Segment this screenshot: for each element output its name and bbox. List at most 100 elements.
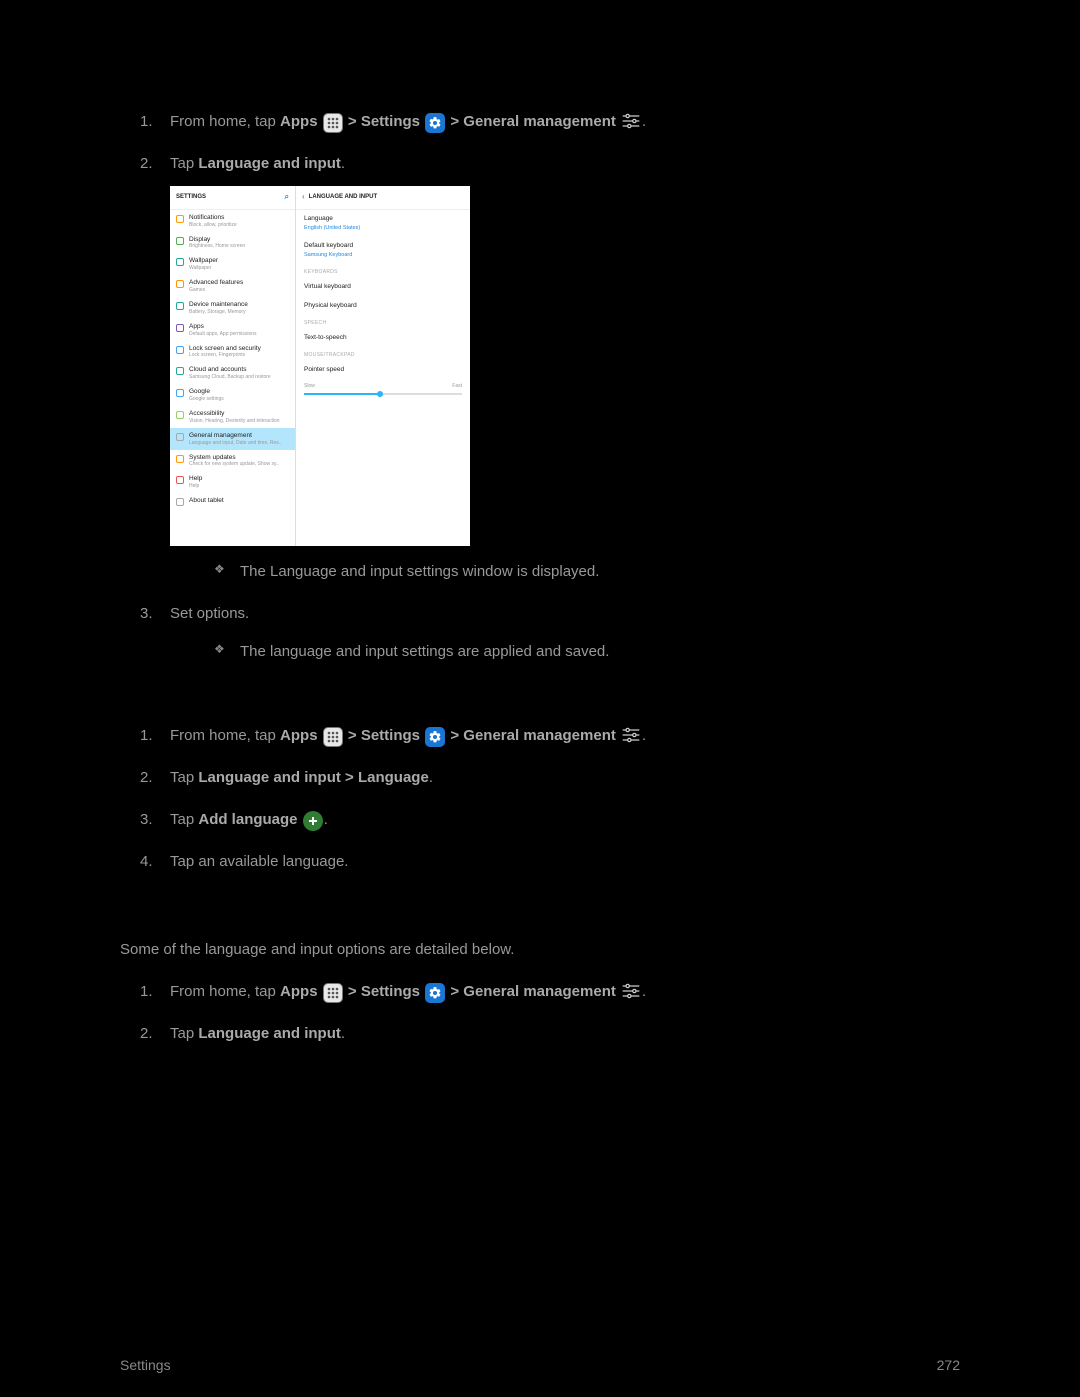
- list-item-subtitle: Games: [189, 287, 243, 293]
- list-item-subtitle: Lock screen, Fingerprints: [189, 352, 261, 358]
- add-icon: [303, 811, 323, 831]
- step2-pre: Tap: [170, 155, 198, 172]
- section1-steps: From home, tap Apps > Settings > General…: [120, 110, 960, 664]
- settings-list-item: General managementLanguage and input, Da…: [170, 428, 295, 450]
- list-item-subtitle: Samsung Cloud, Backup and restore: [189, 374, 271, 380]
- list-item-subtitle: Google settings: [189, 396, 224, 402]
- list-item-icon: [176, 455, 184, 463]
- physical-keyboard-item: Physical keyboard: [296, 297, 470, 315]
- list-item-icon: [176, 237, 184, 245]
- settings-screenshot: SETTINGS ⌕ NotificationsBlock, allow, pr…: [170, 186, 470, 546]
- s2-step-2: Tap Language and input > Language.: [120, 766, 960, 790]
- step1-genmgmt: General management: [463, 113, 616, 130]
- step1-apps: Apps: [280, 113, 318, 130]
- default-keyboard-value: Samsung Keyboard: [304, 251, 462, 260]
- search-icon: ⌕: [285, 191, 289, 204]
- screenshot-left-pane: SETTINGS ⌕ NotificationsBlock, allow, pr…: [170, 186, 296, 546]
- list-item-icon: [176, 498, 184, 506]
- settings-list-item: AppsDefault apps, App permissions: [170, 319, 295, 341]
- slider-track: [304, 393, 462, 395]
- general-management-icon: [621, 725, 641, 745]
- step1-settings: Settings: [361, 113, 420, 130]
- s2-step-3: Tap Add language .: [120, 808, 960, 832]
- list-item-title: Display: [189, 236, 245, 244]
- list-item-title: Notifications: [189, 214, 237, 222]
- footer-page-number: 272: [937, 1357, 960, 1373]
- step-1: From home, tap Apps > Settings > General…: [120, 110, 960, 134]
- step-2: Tap Language and input. SETTINGS ⌕ Notif…: [120, 152, 960, 584]
- mouse-section-label: MOUSE/TRACKPAD: [296, 347, 470, 361]
- list-item-title: Help: [189, 475, 202, 483]
- list-item-icon: [176, 433, 184, 441]
- screenshot-left-header: SETTINGS ⌕: [170, 186, 295, 210]
- language-item: Language English (United States): [296, 210, 470, 237]
- page-content: From home, tap Apps > Settings > General…: [0, 110, 1080, 1046]
- list-item-title: Apps: [189, 323, 257, 331]
- list-item-icon: [176, 389, 184, 397]
- list-item-title: About tablet: [189, 497, 224, 505]
- pointer-speed-item: Pointer speed: [296, 361, 470, 379]
- section2-steps: From home, tap Apps > Settings > General…: [120, 724, 960, 874]
- settings-list-item: Advanced featuresGames: [170, 275, 295, 297]
- step2-post: .: [341, 155, 345, 172]
- apps-icon: [323, 983, 343, 1003]
- list-item-icon: [176, 476, 184, 484]
- settings-gear-icon: [425, 983, 445, 1003]
- section3-steps: From home, tap Apps > Settings > General…: [120, 980, 960, 1046]
- settings-list-item: About tablet: [170, 493, 295, 510]
- back-icon: ‹: [302, 191, 305, 204]
- list-item-title: Advanced features: [189, 279, 243, 287]
- slider-slow-label: Slow: [304, 382, 315, 390]
- list-item-title: General management: [189, 432, 282, 440]
- slider-fast-label: Fast: [452, 382, 462, 390]
- slider-thumb: [377, 391, 383, 397]
- list-item-icon: [176, 411, 184, 419]
- screenshot-right-header: ‹ LANGUAGE AND INPUT: [296, 186, 470, 210]
- list-item-title: Lock screen and security: [189, 345, 261, 353]
- screenshot-right-pane: ‹ LANGUAGE AND INPUT Language English (U…: [296, 186, 470, 546]
- list-item-title: System updates: [189, 454, 279, 462]
- s3-step-1: From home, tap Apps > Settings > General…: [120, 980, 960, 1004]
- settings-list-item: GoogleGoogle settings: [170, 384, 295, 406]
- list-item-icon: [176, 367, 184, 375]
- screenshot-left-title: SETTINGS: [176, 193, 206, 203]
- apps-icon: [323, 727, 343, 747]
- list-item-title: Device maintenance: [189, 301, 248, 309]
- list-item-subtitle: Brightness, Home screen: [189, 243, 245, 249]
- pointer-speed-slider: Slow Fast: [296, 380, 470, 401]
- s3-step-2: Tap Language and input.: [120, 1022, 960, 1046]
- step2-bold: Language and input: [198, 155, 341, 172]
- settings-list-item: WallpaperWallpaper: [170, 253, 295, 275]
- list-item-title: Google: [189, 388, 224, 396]
- footer-section: Settings: [120, 1357, 171, 1373]
- apps-icon: [323, 113, 343, 133]
- general-management-icon: [621, 111, 641, 131]
- list-item-icon: [176, 302, 184, 310]
- settings-list-item: HelpHelp: [170, 471, 295, 493]
- language-value: English (United States): [304, 224, 462, 233]
- screenshot-right-title: LANGUAGE AND INPUT: [309, 193, 377, 203]
- list-item-subtitle: Wallpaper: [189, 265, 218, 271]
- list-item-subtitle: Check for new system update, Show sy..: [189, 461, 279, 467]
- settings-list-item: Device maintenanceBattery, Storage, Memo…: [170, 297, 295, 319]
- list-item-icon: [176, 280, 184, 288]
- settings-list-item: AccessibilityVision, Hearing, Dexterity …: [170, 406, 295, 428]
- page-footer: Settings 272: [120, 1357, 960, 1373]
- general-management-icon: [621, 981, 641, 1001]
- list-item-subtitle: Language and input, Date and time, Res..: [189, 440, 282, 446]
- screenshot-settings-list: NotificationsBlock, allow, prioritizeDis…: [170, 210, 295, 510]
- settings-list-item: DisplayBrightness, Home screen: [170, 232, 295, 254]
- list-item-subtitle: Battery, Storage, Memory: [189, 309, 248, 315]
- step-3: Set options. The language and input sett…: [120, 602, 960, 664]
- list-item-icon: [176, 324, 184, 332]
- s2-step-4: Tap an available language.: [120, 850, 960, 874]
- step1-sep1: >: [348, 113, 361, 130]
- step1-pre: From home, tap: [170, 113, 280, 130]
- settings-gear-icon: [425, 113, 445, 133]
- list-item-icon: [176, 346, 184, 354]
- document-page: From home, tap Apps > Settings > General…: [0, 0, 1080, 1397]
- default-keyboard-item: Default keyboard Samsung Keyboard: [296, 237, 470, 264]
- step3-result: The language and input settings are appl…: [170, 640, 960, 664]
- virtual-keyboard-item: Virtual keyboard: [296, 278, 470, 296]
- default-keyboard-label: Default keyboard: [304, 241, 462, 251]
